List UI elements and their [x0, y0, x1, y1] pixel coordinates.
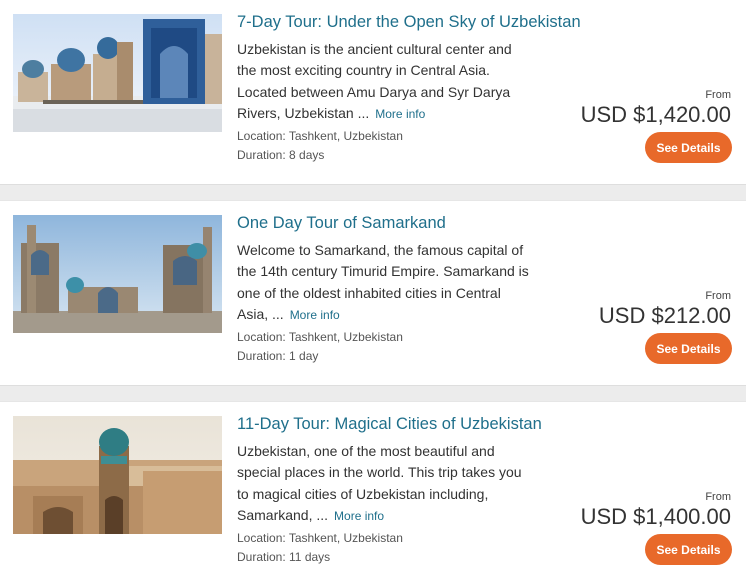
tour-duration: Duration: 8 days [237, 148, 325, 162]
tour-card: One Day Tour of Samarkand Welcome to Sam… [0, 201, 746, 373]
tour-price: USD $1,420.00 [580, 102, 731, 127]
tour-duration: Duration: 1 day [237, 349, 319, 363]
tour-duration: Duration: 11 days [237, 550, 331, 564]
see-details-button[interactable]: See Details [645, 534, 732, 565]
tour-description: Uzbekistan is the ancient cultural cente… [237, 39, 532, 125]
tour-location: Location: Tashkent, Uzbekistan [237, 129, 403, 143]
description-text: Welcome to Samarkand, the famous capital… [237, 242, 529, 322]
more-info-link[interactable]: More info [290, 308, 340, 322]
tour-card: 11-Day Tour: Magical Cities of Uzbekista… [0, 402, 746, 574]
price-from-label: From [705, 89, 731, 101]
shah-i-zinda-photo[interactable] [13, 14, 222, 132]
registan-photo[interactable] [13, 215, 222, 333]
tour-location: Location: Tashkent, Uzbekistan [237, 531, 403, 545]
more-info-link[interactable]: More info [334, 509, 384, 523]
tour-title[interactable]: One Day Tour of Samarkand [237, 214, 446, 233]
tour-price: USD $1,400.00 [580, 504, 731, 529]
tour-card: 7-Day Tour: Under the Open Sky of Uzbeki… [0, 0, 746, 172]
tour-title[interactable]: 11-Day Tour: Magical Cities of Uzbekista… [237, 415, 542, 434]
tour-location: Location: Tashkent, Uzbekistan [237, 330, 403, 344]
see-details-button[interactable]: See Details [645, 132, 732, 163]
more-info-link[interactable]: More info [375, 107, 425, 121]
tour-description: Uzbekistan, one of the most beautiful an… [237, 441, 532, 527]
see-details-button[interactable]: See Details [645, 333, 732, 364]
tour-price: USD $212.00 [598, 303, 731, 328]
card-separator [0, 385, 746, 402]
price-from-label: From [705, 290, 731, 302]
card-separator [0, 184, 746, 201]
price-from-label: From [705, 491, 731, 503]
tour-title[interactable]: 7-Day Tour: Under the Open Sky of Uzbeki… [237, 13, 581, 32]
khiva-minaret-photo[interactable] [13, 416, 222, 534]
tour-description: Welcome to Samarkand, the famous capital… [237, 240, 532, 326]
